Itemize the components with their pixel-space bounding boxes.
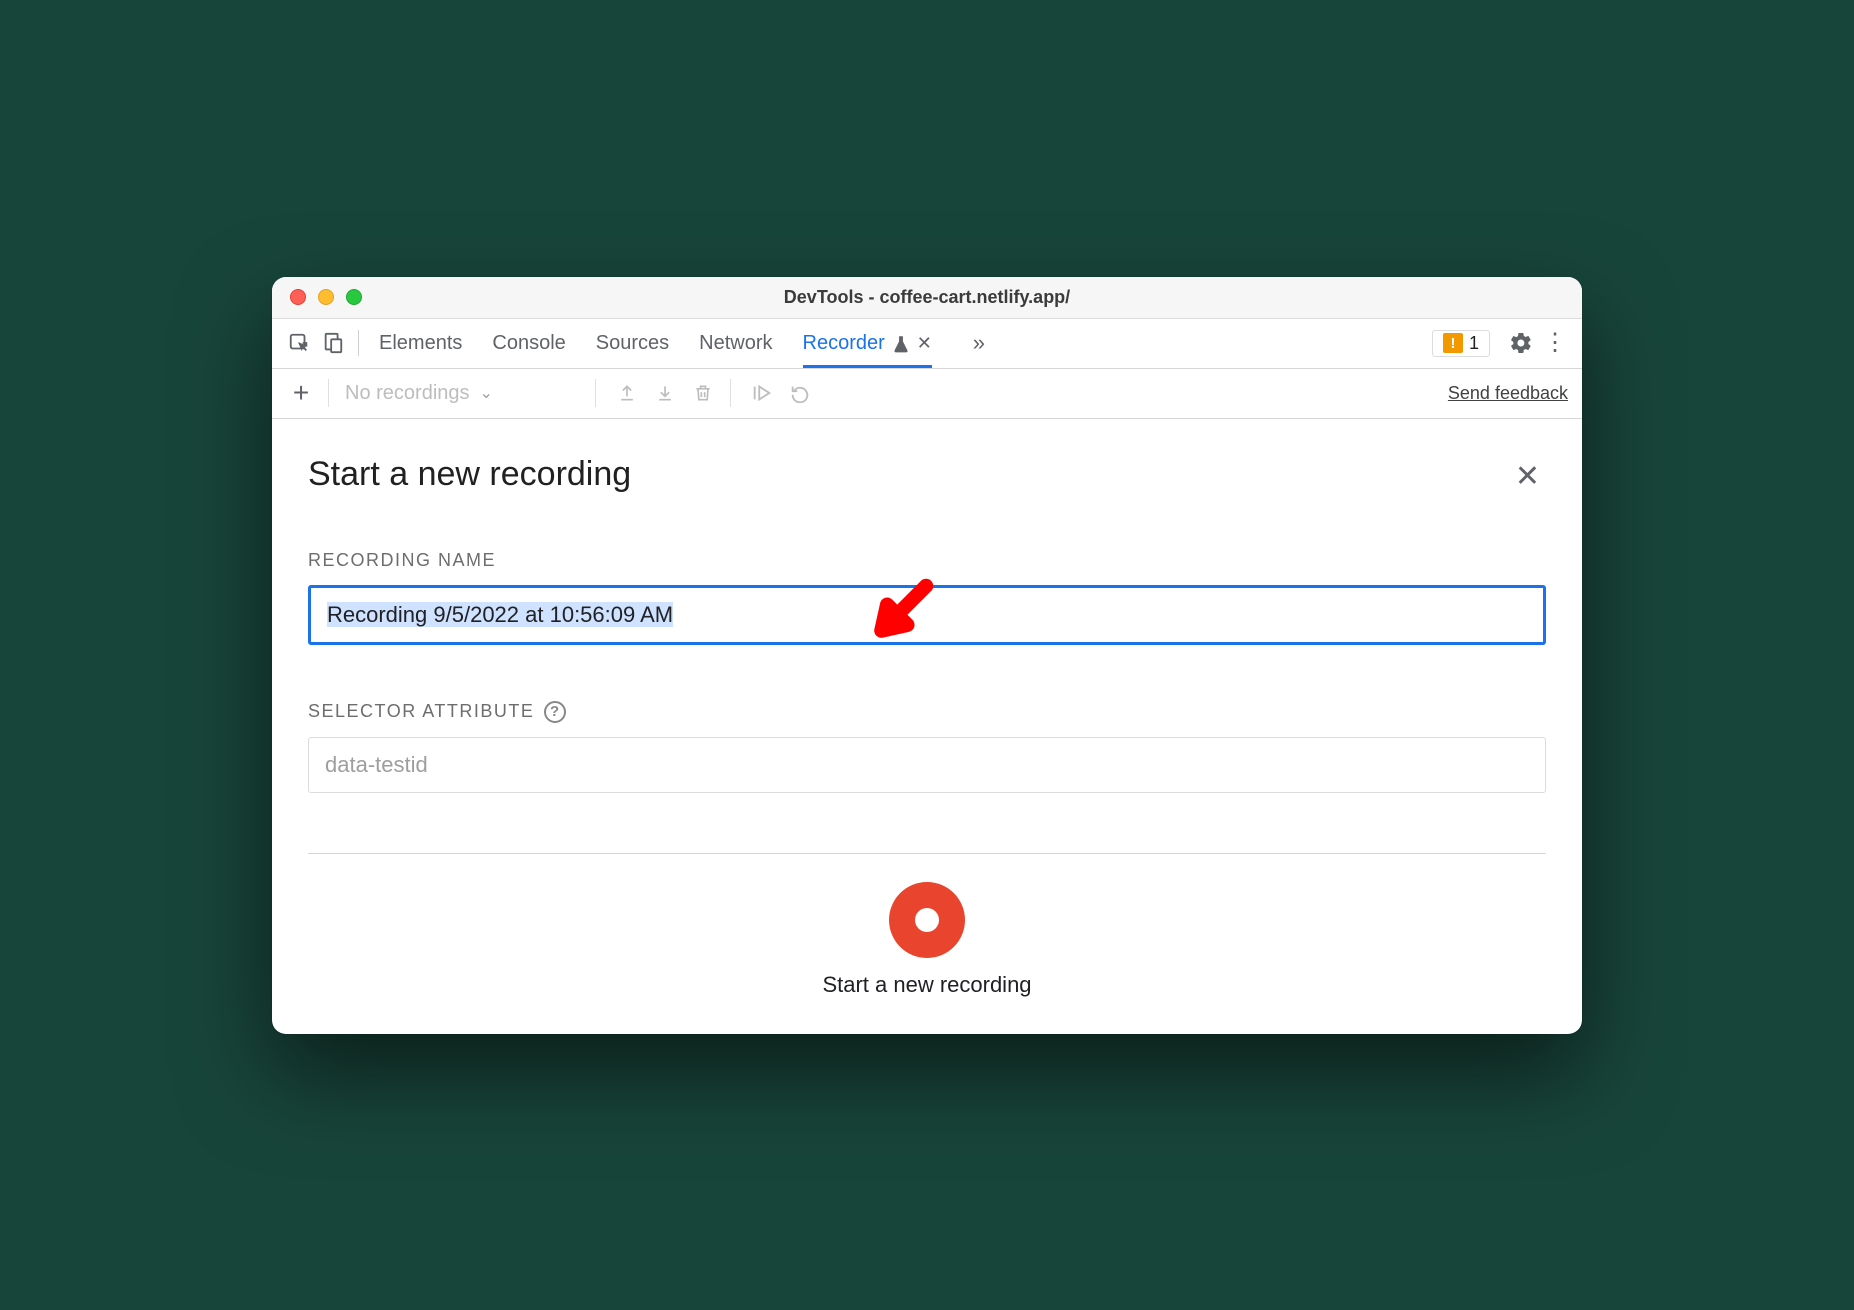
panel-footer: Start a new recording	[308, 853, 1546, 1034]
recording-selector-label: No recordings	[345, 382, 470, 405]
recording-name-input[interactable]: Recording 9/5/2022 at 10:56:09 AM	[308, 585, 1546, 645]
divider	[595, 379, 596, 407]
selector-placeholder: data-testid	[325, 752, 428, 777]
divider	[328, 379, 329, 407]
tab-recorder-label: Recorder	[803, 332, 885, 355]
close-panel-icon[interactable]: ✕	[1515, 459, 1540, 494]
tab-recorder[interactable]: Recorder ✕	[803, 320, 932, 368]
send-feedback-link[interactable]: Send feedback	[1448, 383, 1568, 404]
close-tab-icon[interactable]: ✕	[917, 333, 932, 354]
import-icon[interactable]	[650, 378, 680, 408]
device-toolbar-icon[interactable]	[316, 326, 350, 360]
issues-count: 1	[1469, 333, 1479, 354]
panel-title: Start a new recording	[308, 455, 1546, 494]
step-icon[interactable]	[747, 378, 777, 408]
footer-text: Start a new recording	[822, 972, 1031, 998]
new-recording-button[interactable]: +	[286, 377, 316, 409]
help-icon[interactable]: ?	[544, 701, 566, 723]
more-tabs-icon[interactable]: »	[962, 326, 996, 360]
recording-name-value: Recording 9/5/2022 at 10:56:09 AM	[327, 602, 673, 627]
tab-console[interactable]: Console	[492, 320, 565, 367]
recording-selector[interactable]: No recordings ⌄	[345, 382, 583, 405]
titlebar: DevTools - coffee-cart.netlify.app/	[272, 277, 1582, 319]
inspect-element-icon[interactable]	[282, 326, 316, 360]
flask-icon	[893, 335, 909, 353]
divider	[730, 379, 731, 407]
start-recording-button[interactable]	[889, 882, 965, 958]
delete-icon[interactable]	[688, 378, 718, 408]
tabs-list: Elements Console Sources Network Recorde…	[379, 320, 996, 367]
selector-attribute-label: SELECTOR ATTRIBUTE ?	[308, 701, 1546, 723]
divider	[358, 330, 359, 356]
issues-badge[interactable]: ! 1	[1432, 330, 1490, 357]
new-recording-panel: Start a new recording ✕ RECORDING NAME R…	[272, 419, 1582, 1034]
tab-elements[interactable]: Elements	[379, 320, 462, 367]
selector-attribute-input[interactable]: data-testid	[308, 737, 1546, 793]
tab-network[interactable]: Network	[699, 320, 772, 367]
tabs-bar: Elements Console Sources Network Recorde…	[272, 319, 1582, 369]
chevron-down-icon: ⌄	[480, 383, 493, 403]
replay-icon[interactable]	[785, 378, 815, 408]
tab-sources[interactable]: Sources	[596, 320, 669, 367]
record-icon	[915, 908, 939, 932]
window-title: DevTools - coffee-cart.netlify.app/	[272, 287, 1582, 308]
recording-name-label: RECORDING NAME	[308, 550, 1546, 571]
warning-icon: !	[1443, 333, 1463, 353]
devtools-window: DevTools - coffee-cart.netlify.app/ Elem…	[272, 277, 1582, 1034]
more-options-icon[interactable]: ⋮	[1538, 326, 1572, 360]
recorder-toolbar: + No recordings ⌄ Send feedback	[272, 369, 1582, 419]
settings-icon[interactable]	[1504, 326, 1538, 360]
export-icon[interactable]	[612, 378, 642, 408]
